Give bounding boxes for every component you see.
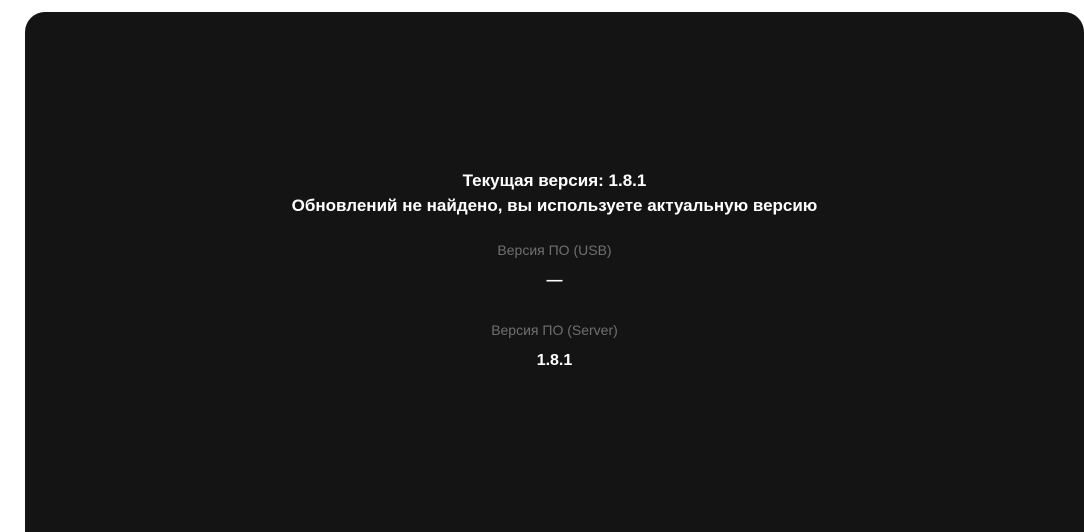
- update-status-content: Текущая версия: 1.8.1 Обновлений не найд…: [25, 168, 1084, 372]
- server-version-block: Версия ПО (Server) 1.8.1: [491, 320, 618, 372]
- server-version-label: Версия ПО (Server): [491, 322, 618, 338]
- usb-version-value: —: [546, 272, 563, 289]
- update-panel: Текущая версия: 1.8.1 Обновлений не найд…: [25, 12, 1084, 532]
- current-version-title: Текущая версия: 1.8.1: [462, 171, 647, 190]
- server-version-value: 1.8.1: [536, 352, 573, 369]
- usb-version-label: Версия ПО (USB): [497, 242, 612, 258]
- update-status-message: Обновлений не найдено, вы используете ак…: [291, 196, 818, 215]
- usb-version-block: Версия ПО (USB) —: [497, 240, 611, 292]
